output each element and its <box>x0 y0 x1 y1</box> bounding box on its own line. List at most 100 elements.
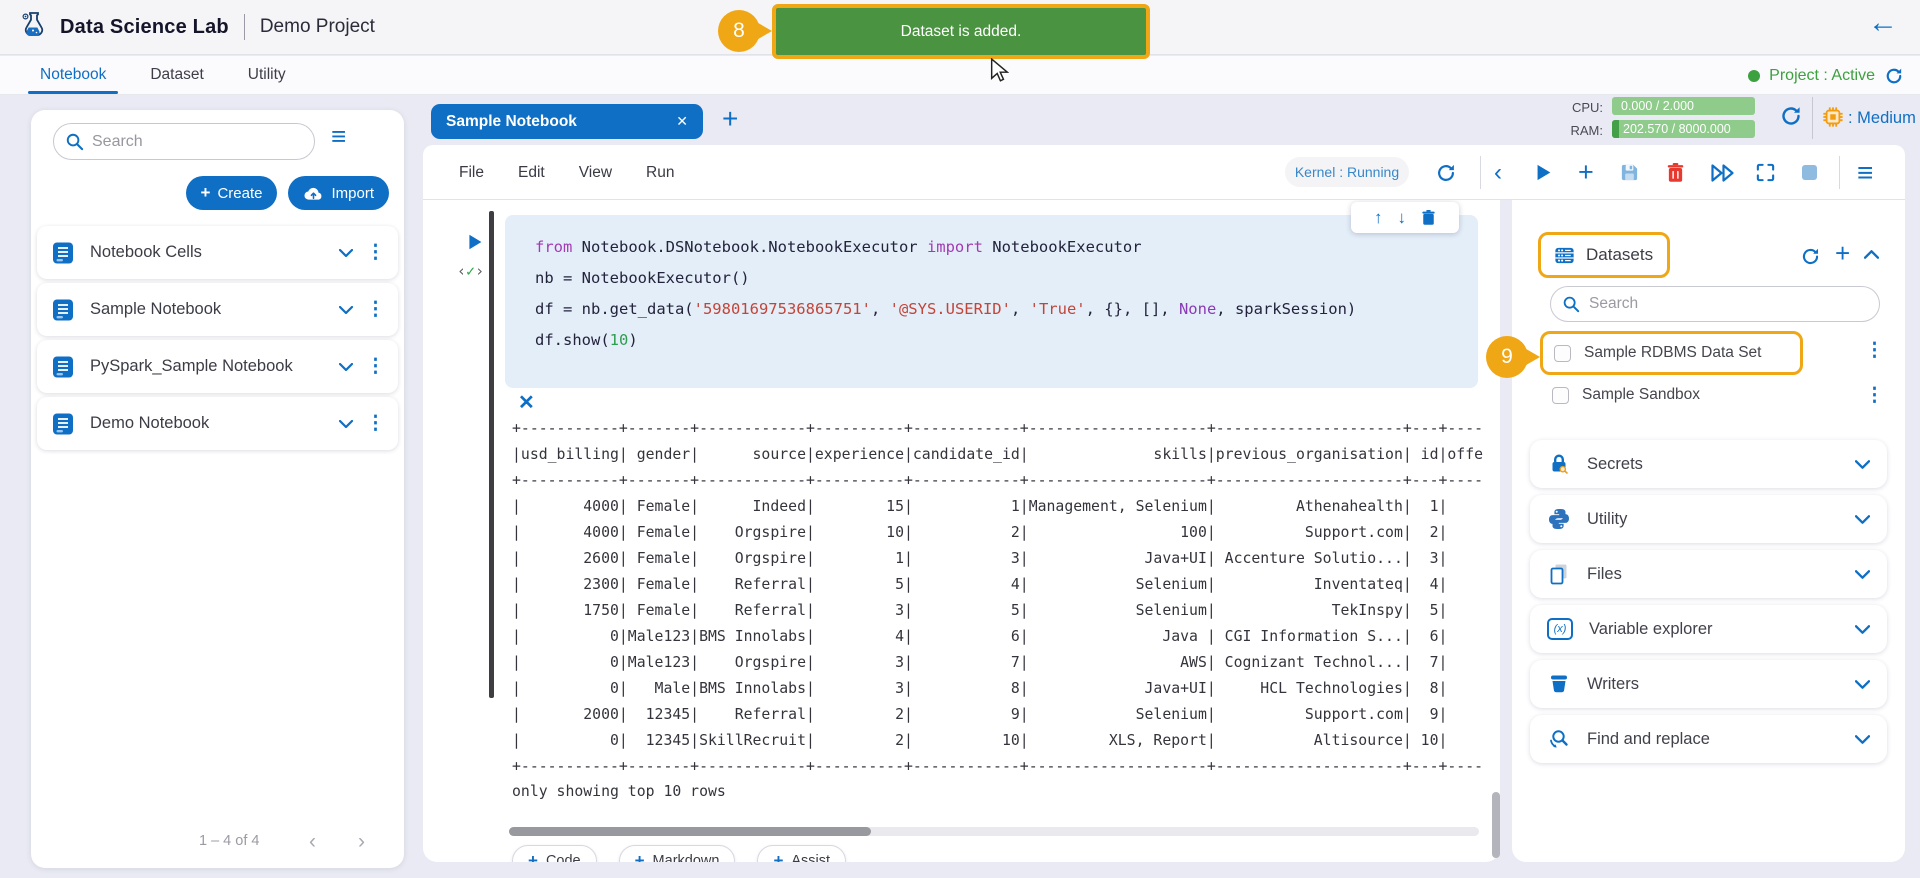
sidebar-item-label: Demo Notebook <box>90 414 339 433</box>
chevron-down-icon[interactable] <box>339 420 353 428</box>
add-markdown-button[interactable]: + Markdown <box>619 845 736 862</box>
section-utility[interactable]: Utility <box>1530 495 1887 543</box>
add-dataset-icon[interactable]: + <box>1835 238 1850 269</box>
title-divider <box>244 14 245 40</box>
kebab-menu-icon[interactable]: ⋮ <box>366 243 385 262</box>
output-close-icon[interactable]: ✕ <box>518 390 535 415</box>
notebook-toolbar: File Edit View Run Kernel : Running ‹ + … <box>423 145 1905 200</box>
create-button[interactable]: + Create <box>186 176 278 210</box>
move-cell-down-icon[interactable]: ↓ <box>1398 208 1407 228</box>
sidebar-search-input[interactable] <box>53 123 315 160</box>
sidebar-item-notebook-cells[interactable]: Notebook Cells ⋮ <box>37 226 398 279</box>
sidebar-item-sample-notebook[interactable]: Sample Notebook ⋮ <box>37 283 398 336</box>
delete-cell-icon[interactable] <box>1421 209 1436 226</box>
save-notebook-icon[interactable] <box>1619 145 1640 200</box>
tab-close-icon[interactable]: ✕ <box>676 113 688 130</box>
app-logo-flask-icon <box>18 10 50 44</box>
menu-file[interactable]: File <box>459 164 484 182</box>
notebook-sidebar: ≡ + Create Import Notebook Cells ⋮ Sampl… <box>31 110 404 868</box>
chevron-down-icon[interactable] <box>339 363 353 371</box>
output-line: |usd_billing| gender| source|experience|… <box>512 442 1483 468</box>
resources-refresh-icon[interactable] <box>1779 104 1803 128</box>
panel-vertical-scrollbar[interactable] <box>1492 792 1500 858</box>
sidebar-item-demo-notebook[interactable]: Demo Notebook ⋮ <box>37 397 398 450</box>
status-dot-icon <box>1748 70 1760 82</box>
python-icon <box>1547 507 1571 531</box>
new-tab-icon[interactable]: + <box>722 103 738 135</box>
tab-utility[interactable]: Utility <box>248 56 286 94</box>
collapse-left-icon[interactable]: ‹ <box>1494 145 1502 200</box>
section-secrets[interactable]: Secrets <box>1530 440 1887 488</box>
sidebar-search <box>53 123 315 160</box>
chevron-down-icon[interactable] <box>1855 515 1870 524</box>
tab-notebook[interactable]: Notebook <box>40 56 106 94</box>
pagination-prev-icon[interactable]: ‹ <box>309 830 316 854</box>
section-writers[interactable]: Writers <box>1530 660 1887 708</box>
fullscreen-icon[interactable] <box>1755 145 1776 200</box>
cell-run-icon[interactable] <box>467 233 483 251</box>
plus-icon: + <box>635 851 645 862</box>
import-button[interactable]: Import <box>288 176 389 210</box>
menu-edit[interactable]: Edit <box>518 164 545 182</box>
kernel-status-badge[interactable]: Kernel : Running <box>1285 157 1409 187</box>
collapse-section-icon[interactable] <box>1864 250 1879 259</box>
toolbar-menu-icon[interactable]: ≡ <box>1857 145 1873 200</box>
code-line: nb = NotebookExecutor() <box>535 263 1478 294</box>
project-refresh-icon[interactable] <box>1884 66 1904 86</box>
notebook-tab[interactable]: Sample Notebook ✕ <box>431 104 703 139</box>
chevron-down-icon[interactable] <box>1855 570 1870 579</box>
dataset-checkbox[interactable] <box>1552 387 1569 404</box>
dataset-item-sample-rdbms[interactable]: Sample RDBMS Data Set <box>1540 331 1803 375</box>
run-cell-icon[interactable] <box>1535 145 1552 200</box>
cell-actions-toolbar: ↑ ↓ <box>1351 202 1459 233</box>
chevron-down-icon[interactable] <box>1855 625 1870 634</box>
app-title: Data Science Lab <box>60 16 229 39</box>
add-code-button[interactable]: + Code <box>512 845 597 862</box>
sidebar-item-pyspark-sample-notebook[interactable]: PySpark_Sample Notebook ⋮ <box>37 340 398 393</box>
output-line: | 0| 12345|SkillRecruit| 2| 10| XLS, Rep… <box>512 728 1483 754</box>
run-all-cells-icon[interactable] <box>1709 145 1736 200</box>
menu-run[interactable]: Run <box>646 164 674 182</box>
add-cell-icon[interactable]: + <box>1578 145 1594 200</box>
chevron-down-icon[interactable] <box>1855 680 1870 689</box>
plus-icon: + <box>773 851 783 862</box>
tab-dataset[interactable]: Dataset <box>150 56 203 94</box>
chevron-down-icon[interactable] <box>339 249 353 257</box>
stop-kernel-icon[interactable] <box>1802 145 1817 200</box>
ram-usage-pill: 202.570 / 8000.000 <box>1612 120 1755 138</box>
kernel-refresh-icon[interactable] <box>1435 145 1457 200</box>
output-horizontal-scrollbar[interactable] <box>509 827 1479 836</box>
chevron-down-icon[interactable] <box>1855 735 1870 744</box>
selected-cell-bar <box>489 211 494 698</box>
delete-cell-icon[interactable] <box>1666 145 1685 200</box>
dataset-item-sample-sandbox[interactable]: Sample Sandbox <box>1552 386 1700 404</box>
datasets-refresh-icon[interactable] <box>1800 246 1821 267</box>
dataset-checkbox[interactable] <box>1554 345 1571 362</box>
kebab-menu-icon[interactable]: ⋮ <box>366 300 385 319</box>
chevron-down-icon[interactable] <box>1855 460 1870 469</box>
output-line: | 4000| Female| Orgspire| 10| 2| 100| Su… <box>512 520 1483 546</box>
section-find-and-replace[interactable]: Find and replace <box>1530 715 1887 763</box>
code-cell[interactable]: from Notebook.DSNotebook.NotebookExecuto… <box>505 215 1478 388</box>
output-caption: only showing top 10 rows <box>512 783 726 800</box>
datasets-header-highlight[interactable]: Datasets <box>1538 232 1670 278</box>
move-cell-up-icon[interactable]: ↑ <box>1374 208 1383 228</box>
section-variable-explorer[interactable]: (x) Variable explorer <box>1530 605 1887 653</box>
kebab-menu-icon[interactable]: ⋮ <box>1865 386 1884 405</box>
add-assist-button[interactable]: + Assist <box>757 845 846 862</box>
sidebar-menu-icon[interactable]: ≡ <box>331 121 346 152</box>
scrollbar-thumb[interactable] <box>509 827 871 836</box>
code-line: df.show(10) <box>535 325 1478 356</box>
kebab-menu-icon[interactable]: ⋮ <box>366 357 385 376</box>
output-line: | 1750| Female| Referral| 3| 5| Selenium… <box>512 598 1483 624</box>
kebab-menu-icon[interactable]: ⋮ <box>1865 341 1884 360</box>
pagination-next-icon[interactable]: › <box>358 830 365 854</box>
menu-view[interactable]: View <box>579 164 612 182</box>
back-arrow-icon[interactable]: ← <box>1868 8 1898 38</box>
section-files[interactable]: Files <box>1530 550 1887 598</box>
toast-message: Dataset is added. <box>901 23 1022 41</box>
kebab-menu-icon[interactable]: ⋮ <box>366 414 385 433</box>
datasets-search-input[interactable] <box>1550 286 1880 322</box>
project-status: Project : Active <box>1748 56 1904 95</box>
chevron-down-icon[interactable] <box>339 306 353 314</box>
